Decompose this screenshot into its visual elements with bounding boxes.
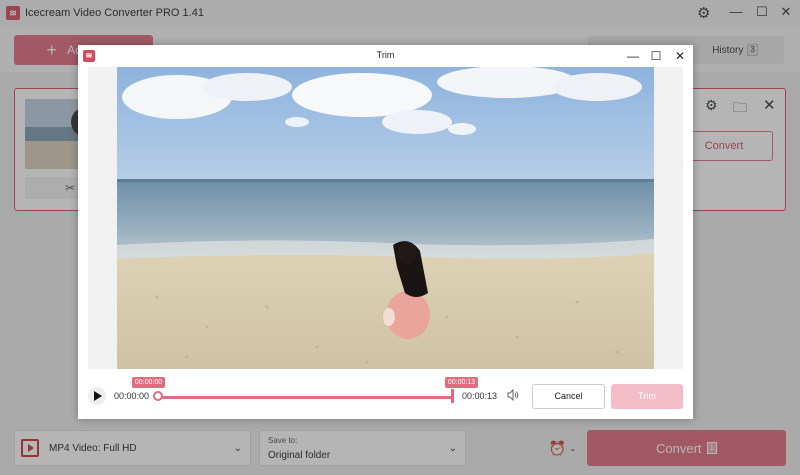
current-time: 00:00:00 bbox=[114, 391, 150, 401]
trim-button[interactable]: Trim bbox=[611, 384, 683, 409]
trim-end-handle[interactable] bbox=[451, 389, 454, 403]
dialog-title: Trim bbox=[376, 50, 395, 60]
end-time-marker: 00:00:13 bbox=[445, 377, 478, 388]
beach-video-frame-image bbox=[117, 67, 654, 369]
volume-icon[interactable] bbox=[506, 388, 520, 402]
trim-range-track[interactable] bbox=[156, 396, 453, 399]
video-preview-area bbox=[88, 67, 683, 369]
start-time-marker: 00:00:00 bbox=[132, 377, 165, 388]
play-icon[interactable] bbox=[88, 387, 106, 405]
dialog-minimize-button[interactable]: — bbox=[624, 48, 642, 64]
trim-dialog-titlebar: ≋ Trim — ☐ ✕ bbox=[78, 45, 693, 67]
trim-start-handle[interactable] bbox=[153, 391, 163, 401]
total-time: 00:00:13 bbox=[462, 391, 498, 401]
dialog-maximize-button[interactable]: ☐ bbox=[647, 48, 665, 64]
trim-controls: 00:00:00 00:00:00 00:00:13 00:00:13 Canc… bbox=[78, 375, 693, 419]
dialog-close-button[interactable]: ✕ bbox=[671, 48, 689, 64]
video-preview-frame[interactable] bbox=[117, 67, 654, 369]
cancel-button[interactable]: Cancel bbox=[532, 384, 605, 409]
trim-dialog: ≋ Trim — ☐ ✕ 00:00:00 00:00:00 00:00:13 … bbox=[78, 45, 693, 419]
